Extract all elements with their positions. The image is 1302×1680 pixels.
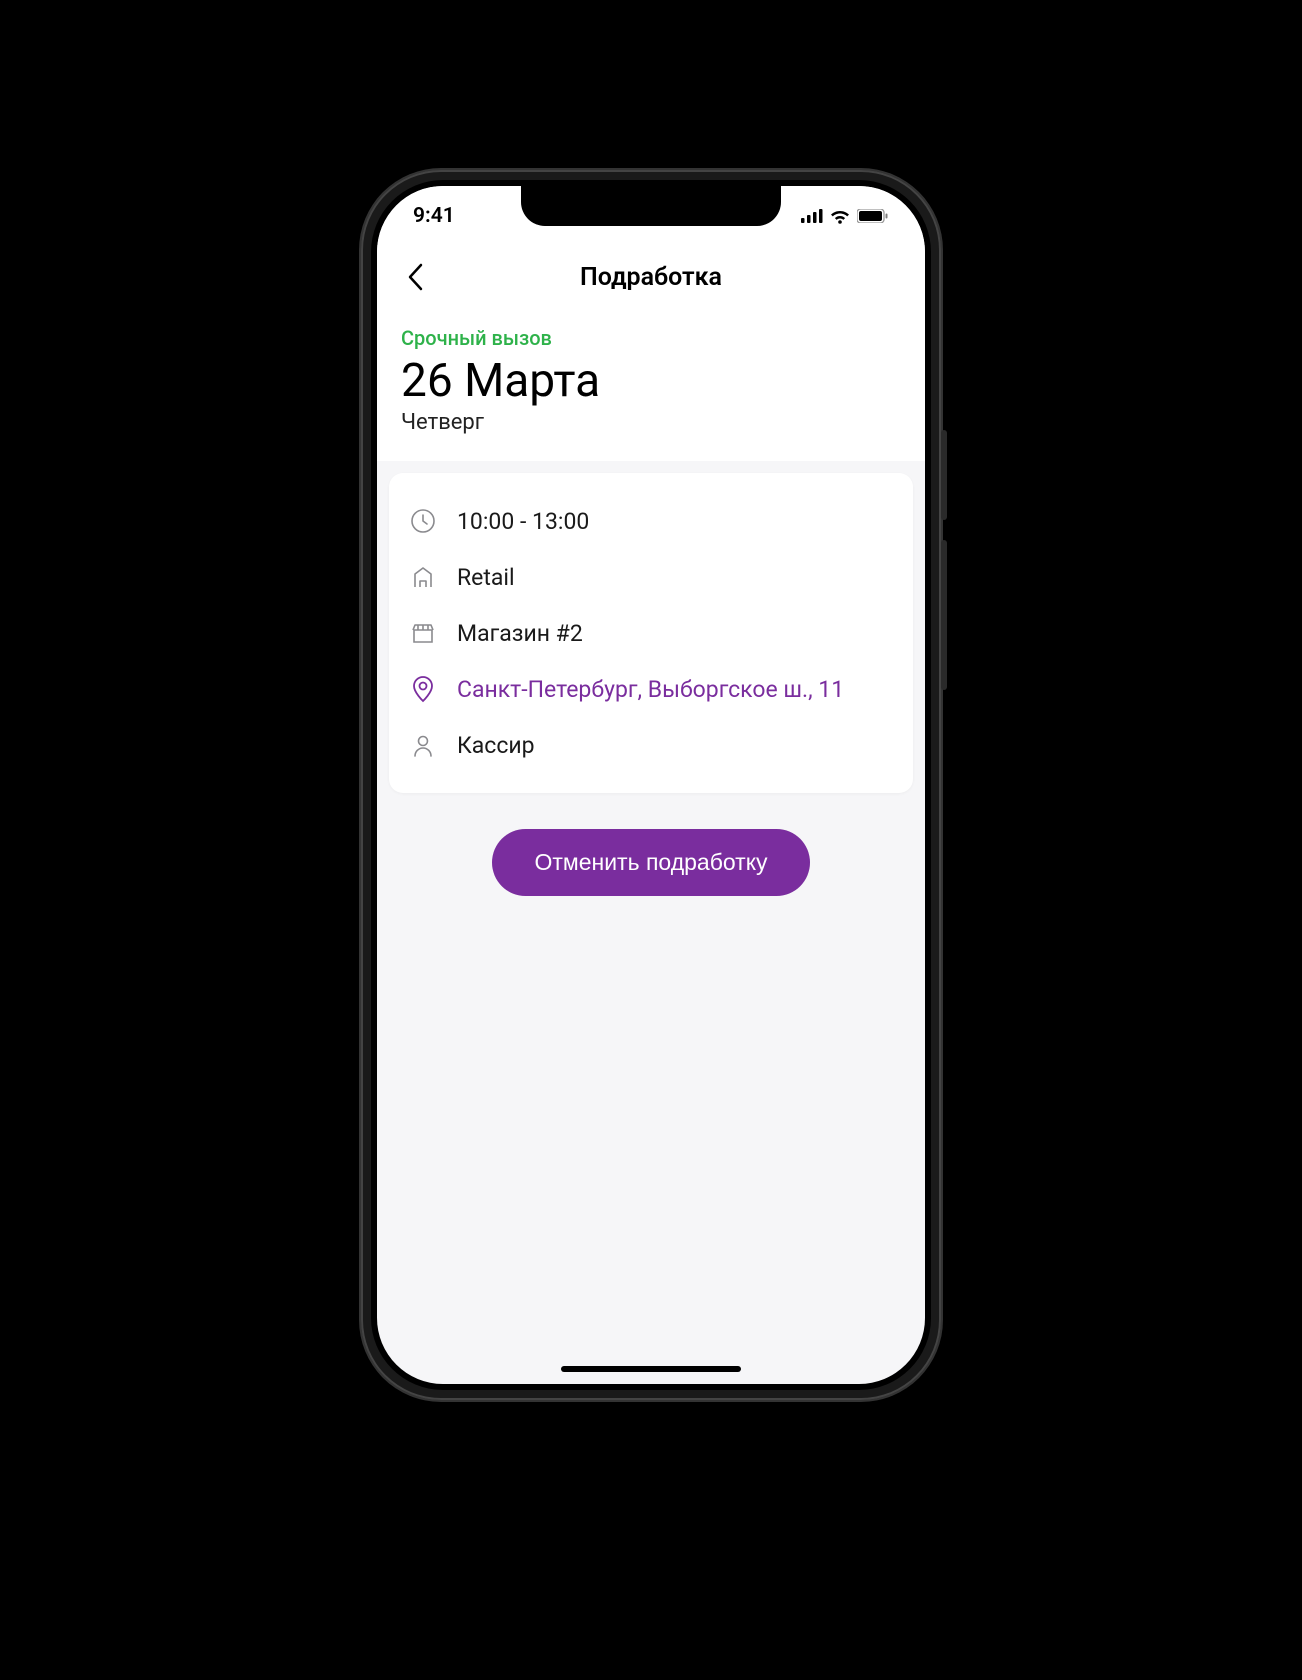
page-title: Подработка	[377, 263, 925, 292]
building-icon	[409, 563, 437, 591]
detail-store: Магазин #2	[457, 620, 583, 647]
detail-row-time: 10:00 - 13:00	[405, 493, 897, 549]
map-pin-icon	[409, 675, 437, 703]
action-area: Отменить подработку	[377, 829, 925, 896]
side-button	[941, 540, 947, 690]
weekday-label: Четверг	[401, 410, 901, 435]
detail-row-address[interactable]: Санкт-Петербург, Выборгское ш., 11	[405, 661, 897, 717]
detail-address: Санкт-Петербург, Выборгское ш., 11	[457, 676, 844, 703]
detail-row-role: Кассир	[405, 717, 897, 773]
wifi-icon	[829, 208, 851, 224]
detail-row-store: Магазин #2	[405, 605, 897, 661]
detail-role: Кассир	[457, 732, 535, 759]
store-icon	[409, 619, 437, 647]
status-icons	[801, 208, 889, 224]
screen: 9:41	[377, 186, 925, 1384]
clock-icon	[409, 507, 437, 535]
cancel-button[interactable]: Отменить подработку	[492, 829, 809, 896]
detail-time: 10:00 - 13:00	[457, 508, 589, 535]
chevron-left-icon	[407, 263, 423, 291]
detail-company: Retail	[457, 564, 515, 591]
cellular-icon	[801, 209, 823, 223]
battery-icon	[857, 209, 889, 223]
date-title: 26 Марта	[401, 354, 901, 408]
phone-inner: 9:41	[371, 180, 931, 1390]
details-card: 10:00 - 13:00 Retail Магазин #2	[389, 473, 913, 793]
nav-header: Подработка	[377, 246, 925, 308]
phone-frame: 9:41	[361, 170, 941, 1400]
notch	[521, 186, 781, 226]
home-indicator[interactable]	[561, 1366, 741, 1372]
header-block: Срочный вызов 26 Марта Четверг	[377, 308, 925, 461]
person-icon	[409, 731, 437, 759]
urgent-badge: Срочный вызов	[401, 326, 901, 350]
detail-row-company: Retail	[405, 549, 897, 605]
side-button	[941, 430, 947, 520]
back-button[interactable]	[395, 257, 435, 297]
status-time: 9:41	[413, 204, 455, 228]
